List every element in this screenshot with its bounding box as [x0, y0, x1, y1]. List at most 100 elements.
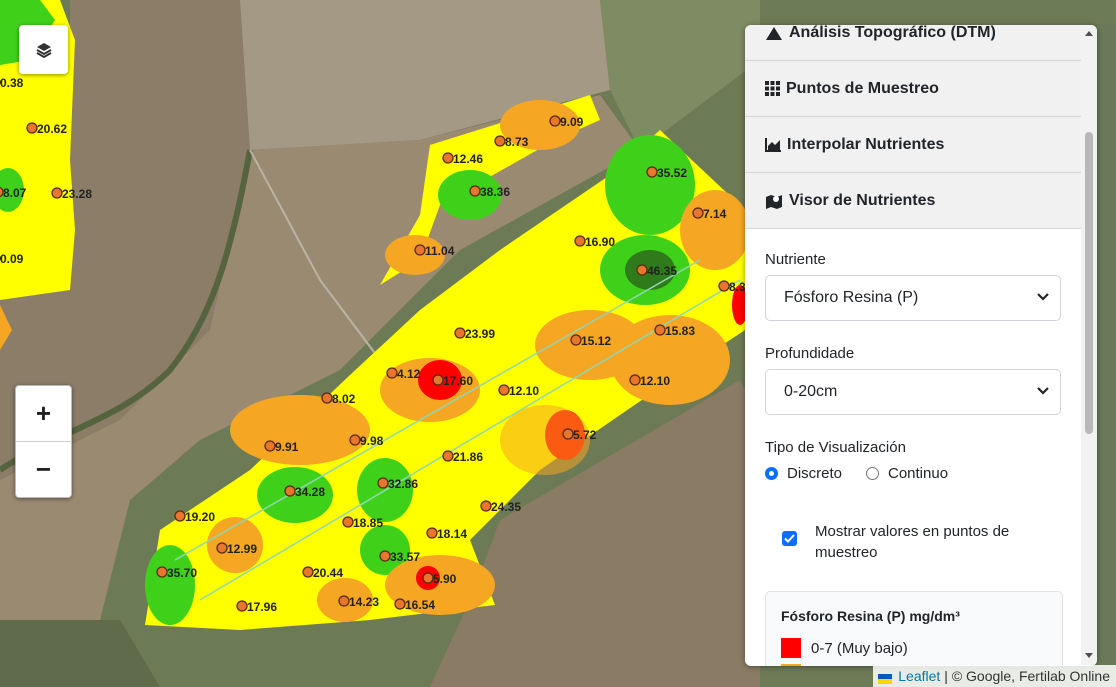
profundidad-select[interactable]: 0-20cm: [765, 369, 1061, 415]
sample-point-marker: [342, 516, 354, 528]
section-puntos-de-muestreo[interactable]: Puntos de Muestreo: [745, 61, 1081, 117]
layers-button[interactable]: [19, 25, 68, 74]
scroll-up-arrow[interactable]: [1085, 31, 1093, 36]
sample-point-value: 11.04: [425, 244, 455, 258]
sample-point-marker: [646, 166, 658, 178]
section-visor-de-nutrientes[interactable]: Visor de Nutrientes: [745, 173, 1081, 229]
sample-point-marker: [414, 244, 426, 256]
section-interpolar-nutrientes[interactable]: Interpolar Nutrientes: [745, 117, 1081, 173]
sample-point-marker: [377, 477, 389, 489]
sample-point-value: 20.62: [37, 122, 67, 136]
sample-point-marker: [394, 598, 406, 610]
sample-point-marker: [570, 334, 582, 346]
sample-point-marker: [498, 384, 510, 396]
sample-point-value: 0.09: [0, 252, 24, 266]
mountain-icon: [766, 26, 782, 40]
chevron-down-icon: [1037, 293, 1049, 301]
sample-point-value: 19.20: [185, 510, 215, 524]
sample-point-marker: [349, 434, 361, 446]
sample-point-value: 5.72: [573, 428, 597, 442]
nutriente-select[interactable]: Fósforo Resina (P): [765, 275, 1061, 321]
sample-point-value: 4.12: [397, 367, 421, 381]
panel-scrollbar[interactable]: [1081, 25, 1097, 666]
sample-point-value: 9.91: [275, 440, 299, 454]
radio-label: Continuo: [888, 465, 949, 482]
tipo-visualizacion-label: Tipo de Visualización: [765, 439, 906, 456]
sample-point[interactable]: 8.07: [0, 186, 27, 200]
sample-point-marker: [692, 207, 704, 219]
sample-point-value: 12.10: [509, 384, 539, 398]
sample-point-value: 8.73: [505, 135, 529, 149]
sample-point-value: 38.36: [480, 185, 510, 199]
sample-point-marker: [26, 122, 38, 134]
legend-label: 0-7 (Muy bajo): [811, 639, 908, 657]
sample-point-value: 0.38: [0, 76, 24, 90]
sample-point-marker: [338, 595, 350, 607]
sample-point-value: 34.28: [295, 485, 325, 499]
profundidad-value: 0-20cm: [784, 383, 838, 400]
sample-point-marker: [562, 428, 574, 440]
sample-point-value: 35.52: [657, 166, 687, 180]
leaflet-link[interactable]: Leaflet: [898, 668, 940, 684]
sample-point-value: 16.54: [405, 598, 435, 612]
sample-point-value: 17.96: [247, 600, 277, 614]
scroll-thumb[interactable]: [1085, 132, 1093, 434]
sample-point-value: 23.99: [465, 327, 495, 341]
radio-indicator: [765, 467, 778, 480]
sample-point-marker: [379, 550, 391, 562]
nutriente-label: Nutriente: [765, 251, 826, 268]
section-label: Análisis Topográfico (DTM): [789, 25, 996, 41]
sample-point-marker: [480, 500, 492, 512]
sample-point-value: 7.14: [703, 207, 727, 221]
sample-point-marker: [549, 115, 561, 127]
mostrar-valores-label: Mostrar valores en puntos de muestreo: [815, 523, 1010, 561]
section-analisis-topografico[interactable]: Análisis Topográfico (DTM): [745, 25, 1081, 61]
sample-point-value: 12.99: [227, 542, 257, 556]
sample-point-marker: [422, 572, 434, 584]
ukraine-flag-icon: [878, 671, 893, 684]
sample-point-marker: [442, 152, 454, 164]
layers-icon: [36, 42, 51, 58]
sample-point-value: 23.28: [62, 187, 92, 201]
section-label: Puntos de Muestreo: [786, 79, 939, 97]
sample-point-value: 9.98: [360, 434, 384, 448]
radio-discreto[interactable]: Discreto: [765, 465, 842, 482]
sample-point[interactable]: 0.09: [0, 252, 24, 266]
side-panel: Análisis Topográfico (DTM) Puntos de Mue…: [745, 25, 1097, 666]
grid-icon: [765, 81, 780, 96]
sample-point-value: 5.90: [433, 572, 457, 586]
profundidad-label: Profundidade: [765, 345, 855, 362]
legend-item: [781, 664, 811, 666]
sample-point[interactable]: 0.38: [0, 76, 24, 90]
sample-point-marker: [51, 187, 63, 199]
nutriente-value: Fósforo Resina (P): [784, 289, 919, 306]
attribution-text: | © Google, Fertilab Online: [944, 668, 1110, 684]
sample-point-value: 32.86: [388, 477, 418, 491]
sample-point-marker: [636, 264, 648, 276]
scroll-down-arrow[interactable]: [1085, 653, 1093, 658]
sample-point-value: 14.23: [349, 595, 379, 609]
zoom-out-button[interactable]: −: [16, 442, 71, 497]
sample-point-marker: [321, 392, 333, 404]
map-attribution: Leaflet | © Google, Fertilab Online: [873, 665, 1116, 687]
legend-item: 0-7 (Muy bajo): [781, 638, 908, 658]
sample-point-marker: [284, 485, 296, 497]
sample-point-marker: [718, 280, 730, 292]
sample-point-value: 8.07: [3, 186, 27, 200]
legend-swatch: [781, 638, 801, 658]
radio-continuo[interactable]: Continuo: [866, 465, 948, 482]
zoom-in-button[interactable]: +: [16, 386, 71, 442]
sample-point-value: 24.35: [491, 500, 521, 514]
sample-point-marker: [174, 510, 186, 522]
sample-point-value: 20.44: [313, 566, 343, 580]
sample-point-marker: [432, 374, 444, 386]
area-chart-icon: [765, 137, 781, 152]
sample-point-marker: [426, 527, 438, 539]
sample-point-marker: [574, 235, 586, 247]
sample-point-marker: [494, 135, 506, 147]
mostrar-valores-checkbox[interactable]: [782, 531, 797, 546]
sample-point-marker: [264, 440, 276, 452]
sample-point-marker: [386, 367, 398, 379]
radio-label: Discreto: [787, 465, 843, 482]
sample-point-value: 21.86: [453, 450, 483, 464]
